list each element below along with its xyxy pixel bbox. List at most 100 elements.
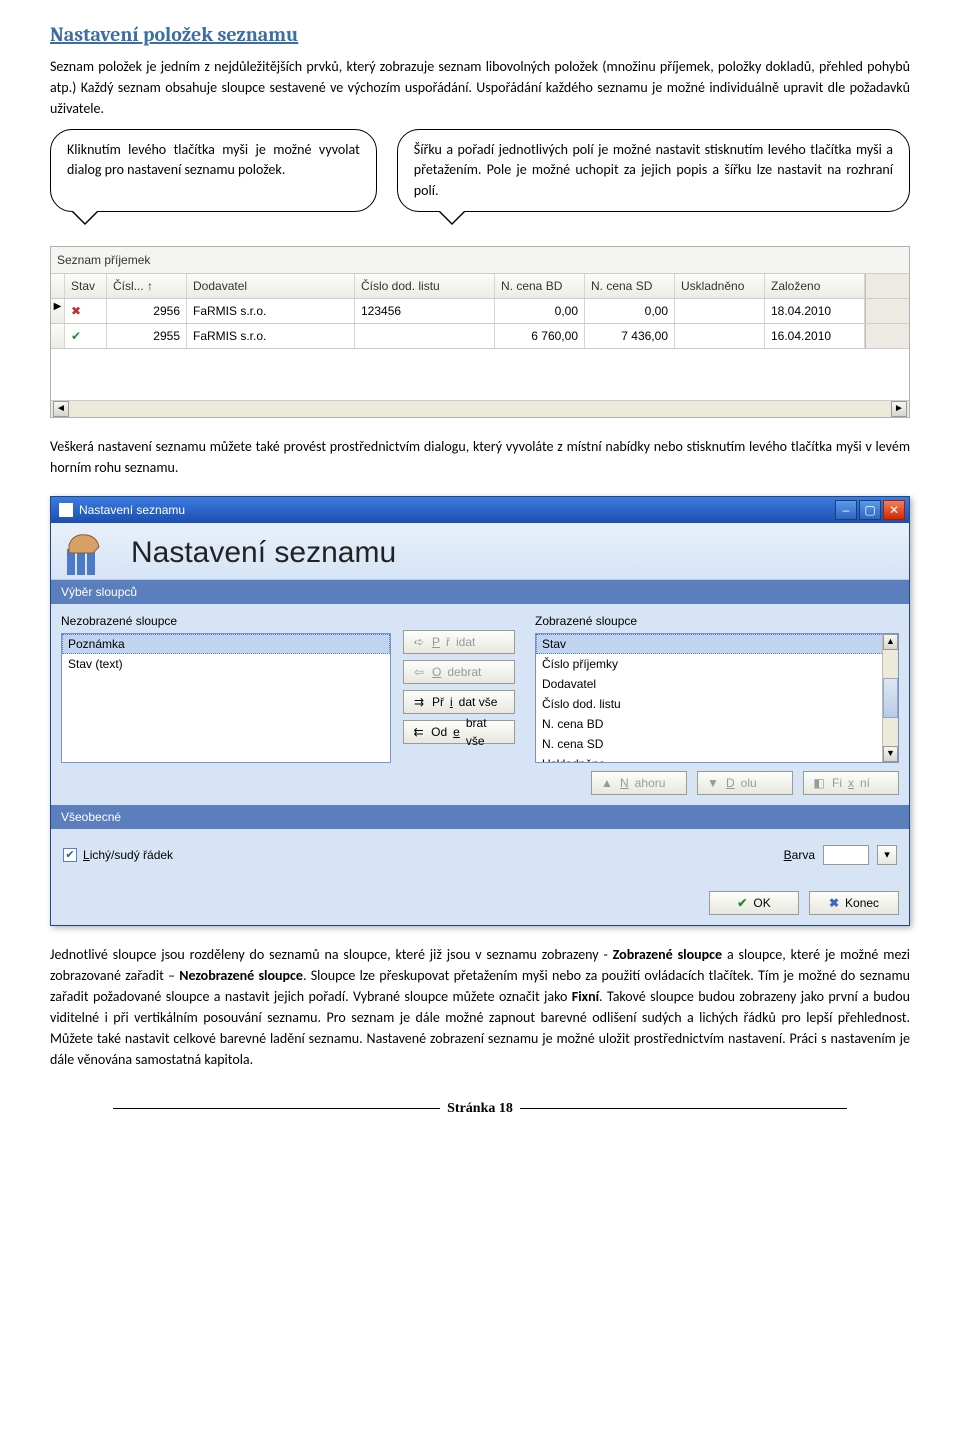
move-down-button[interactable]: ▼Dolu — [697, 771, 793, 795]
arrow-down-icon: ▼ — [706, 776, 720, 790]
list-item[interactable]: Stav — [536, 634, 898, 654]
grid-screenshot: Seznam příjemek Stav Čísl... ↑ Dodavatel… — [50, 246, 910, 418]
remove-button[interactable]: ⇦Odebrat — [403, 660, 515, 684]
list-item[interactable]: N. cena BD — [536, 714, 898, 734]
minimize-icon[interactable]: – — [835, 500, 857, 520]
hand-columns-icon — [63, 529, 119, 577]
table-row[interactable]: ▶ ✖ 2956 FaRMIS s.r.o. 123456 0,00 0,00 … — [51, 298, 909, 323]
col-header-stav[interactable]: Stav — [65, 274, 107, 298]
grid-corner[interactable] — [51, 274, 65, 298]
fixed-button[interactable]: ◧Fixní — [803, 771, 899, 795]
color-label: Barva — [784, 846, 815, 864]
col-header-ncena-bd[interactable]: N. cena BD — [495, 274, 585, 298]
list-item[interactable]: Číslo dod. listu — [536, 694, 898, 714]
page-footer: Stránka 18 — [50, 1098, 910, 1119]
col-header-uskladneno[interactable]: Uskladněno — [675, 274, 765, 298]
table-row[interactable]: ✔ 2955 FaRMIS s.r.o. 6 760,00 7 436,00 1… — [51, 323, 909, 348]
cell-dodavatel: FaRMIS s.r.o. — [187, 299, 355, 323]
add-all-button[interactable]: ⇉Přidat vše — [403, 690, 515, 714]
cancel-button[interactable]: ✖Konec — [809, 891, 899, 915]
arrow-up-icon: ▲ — [600, 776, 614, 790]
ok-button[interactable]: ✔OK — [709, 891, 799, 915]
cell-nsd: 0,00 — [585, 299, 675, 323]
cell-nsd: 7 436,00 — [585, 324, 675, 348]
settings-dialog: Nastavení seznamu – ▢ ✕ Nastavení seznam… — [50, 496, 910, 926]
scroll-thumb[interactable] — [883, 678, 898, 718]
list-item[interactable]: Uskladněno — [536, 754, 898, 763]
col-header-cislo[interactable]: Čísl... ↑ — [107, 274, 187, 298]
add-button[interactable]: ➪Přidat — [403, 630, 515, 654]
list-item[interactable]: Poznámka — [62, 634, 390, 654]
col-header-zalozeno[interactable]: Založeno — [765, 274, 865, 298]
listbox-hidden-columns[interactable]: Poznámka Stav (text) — [61, 633, 391, 763]
cell-filler — [865, 299, 909, 323]
bottom-paragraph: Jednotlivé sloupce jsou rozděleny do sez… — [50, 944, 910, 1070]
scroll-down-icon[interactable]: ▼ — [883, 746, 898, 762]
dialog-footer: ✔OK ✖Konec — [51, 883, 909, 925]
cell-cdl — [355, 324, 495, 348]
grid-title: Seznam příjemek — [51, 247, 909, 273]
grid-header-row: Stav Čísl... ↑ Dodavatel Číslo dod. list… — [51, 273, 909, 298]
grid-horizontal-scrollbar[interactable]: ◄ ► — [51, 400, 909, 417]
x-icon: ✖ — [829, 894, 839, 912]
cell-cislo: 2955 — [107, 324, 187, 348]
list-item[interactable]: N. cena SD — [536, 734, 898, 754]
cell-nbd: 6 760,00 — [495, 324, 585, 348]
pin-icon: ◧ — [812, 776, 826, 790]
scroll-up-icon[interactable]: ▲ — [883, 634, 898, 650]
double-arrow-left-icon: ⇇ — [412, 725, 425, 739]
cell-usk — [675, 324, 765, 348]
vertical-scrollbar[interactable]: ▲ ▼ — [882, 634, 898, 762]
col-header-dodavatel[interactable]: Dodavatel — [187, 274, 355, 298]
remove-all-button[interactable]: ⇇Odebrat vše — [403, 720, 515, 744]
dialog-title: Nastavení seznamu — [79, 501, 185, 519]
row-marker-icon: ▶ — [51, 299, 65, 323]
app-icon — [59, 503, 73, 517]
list-item[interactable]: Číslo příjemky — [536, 654, 898, 674]
list-item[interactable]: Stav (text) — [62, 654, 390, 674]
cell-dodavatel: FaRMIS s.r.o. — [187, 324, 355, 348]
cell-cdl: 123456 — [355, 299, 495, 323]
mid-paragraph: Veškerá nastavení seznamu můžete také pr… — [50, 436, 910, 478]
grid-empty-area — [51, 348, 909, 400]
color-picker-button[interactable]: ▾ — [877, 845, 897, 865]
list-item[interactable]: Dodavatel — [536, 674, 898, 694]
move-up-button[interactable]: ▲Nahoru — [591, 771, 687, 795]
col-header-ncena-sd[interactable]: N. cena SD — [585, 274, 675, 298]
color-swatch[interactable] — [823, 845, 869, 865]
dialog-titlebar[interactable]: Nastavení seznamu – ▢ ✕ — [51, 497, 909, 523]
cell-zal: 18.04.2010 — [765, 299, 865, 323]
cell-cislo: 2956 — [107, 299, 187, 323]
callout-right: Šířku a pořadí jednotlivých polí je možn… — [397, 129, 910, 212]
section-bar-columns: Výběr sloupců — [51, 580, 909, 604]
close-icon[interactable]: ✕ — [883, 500, 905, 520]
cell-stav: ✔ — [65, 324, 107, 348]
cell-stav: ✖ — [65, 299, 107, 323]
checkmark-icon: ✔ — [63, 848, 77, 862]
scroll-right-icon[interactable]: ► — [891, 401, 907, 417]
intro-paragraph: Seznam položek je jedním z nejdůležitějš… — [50, 56, 910, 119]
section-bar-general: Všeobecné — [51, 805, 909, 829]
arrow-left-icon: ⇦ — [412, 665, 426, 679]
cell-zal: 16.04.2010 — [765, 324, 865, 348]
cell-nbd: 0,00 — [495, 299, 585, 323]
check-icon: ✔ — [737, 894, 747, 912]
dialog-heading: Nastavení seznamu — [131, 530, 396, 575]
arrow-right-icon: ➪ — [412, 635, 426, 649]
double-arrow-right-icon: ⇉ — [412, 695, 426, 709]
maximize-icon[interactable]: ▢ — [859, 500, 881, 520]
col-header-cislo-dod-listu[interactable]: Číslo dod. listu — [355, 274, 495, 298]
cell-filler — [865, 324, 909, 348]
section-heading: Nastavení položek seznamu — [50, 20, 910, 50]
label-zobrazene: Zobrazené sloupce — [535, 612, 899, 630]
odd-even-checkbox[interactable]: ✔ Lichý/sudý řádek — [63, 846, 173, 864]
page-number: Stránka 18 — [447, 1101, 513, 1116]
listbox-visible-columns[interactable]: Stav Číslo příjemky Dodavatel Číslo dod.… — [535, 633, 899, 763]
col-header-filler — [865, 274, 909, 298]
scroll-left-icon[interactable]: ◄ — [53, 401, 69, 417]
row-marker — [51, 324, 65, 348]
callouts-row: Kliknutím levého tlačítka myši je možné … — [50, 129, 910, 212]
cell-usk — [675, 299, 765, 323]
callout-left: Kliknutím levého tlačítka myši je možné … — [50, 129, 377, 212]
label-nezobrazene: Nezobrazené sloupce — [61, 612, 391, 630]
